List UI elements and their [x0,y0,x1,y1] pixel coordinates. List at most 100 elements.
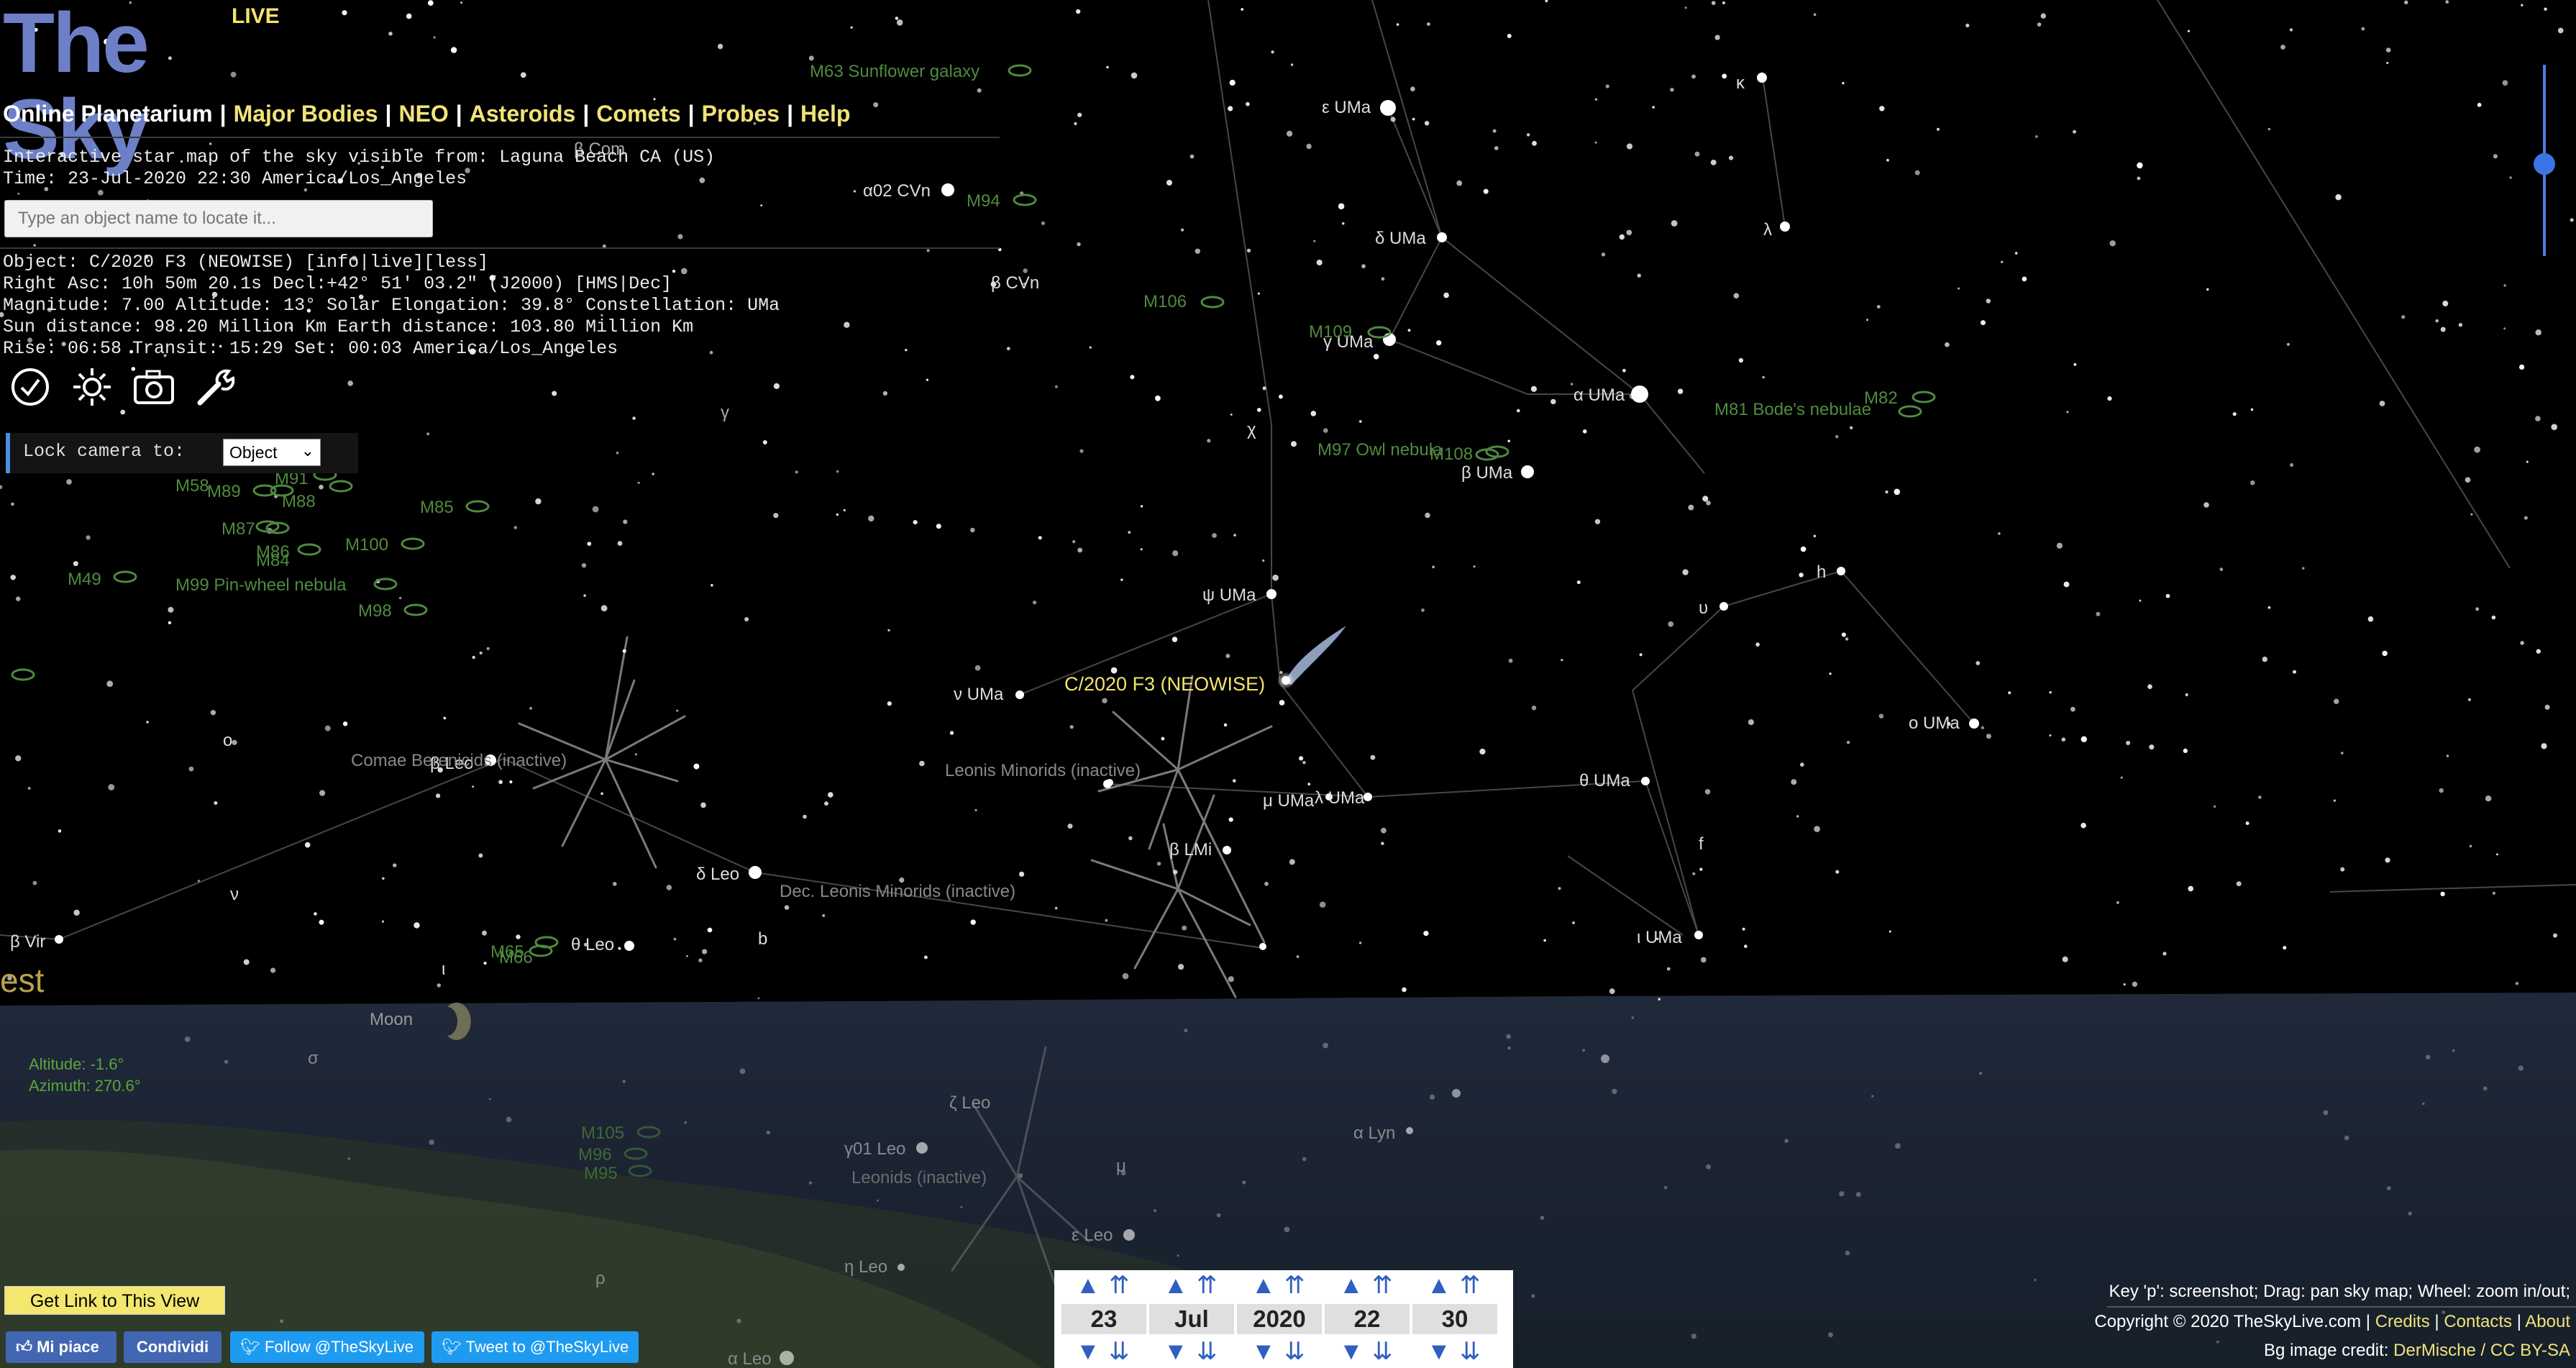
object-search-input[interactable] [4,200,433,237]
sky-label-m109[interactable]: M109 [1309,322,1352,342]
day-down-icon[interactable]: ▼ [1076,1339,1100,1364]
hour-down-fast-icon[interactable]: ⇊ [1372,1339,1393,1364]
day-down-fast-icon[interactable]: ⇊ [1109,1339,1130,1364]
sky-label-zeta-leo[interactable]: ζ Leo [949,1093,990,1113]
sky-label-m81[interactable]: M81 Bode's nebulae [1714,400,1871,420]
sky-label-lambda[interactable]: λ [1763,220,1772,240]
sky-label-m108[interactable]: M108 [1430,444,1473,465]
sky-label-chi[interactable]: χ [1247,420,1256,440]
sky-label-m88[interactable]: M88 [282,492,316,512]
minute-down-fast-icon[interactable]: ⇊ [1460,1339,1481,1364]
sky-label-shower-lmi[interactable]: Leonis Minorids (inactive) [945,761,1141,781]
sky-label-shower-comae[interactable]: Comae Berenicids (inactive) [351,751,567,771]
sky-label-nu-uma[interactable]: ν UMa [954,685,1003,705]
sky-label-iota-uma[interactable]: ι UMa [1637,928,1682,948]
nav-online-planetarium[interactable]: Online Planetarium [3,101,213,127]
sun-icon[interactable] [70,365,114,409]
zoom-slider-handle[interactable] [2534,153,2555,175]
sky-label-m100[interactable]: M100 [345,535,388,555]
hour-down-icon[interactable]: ▼ [1339,1339,1364,1364]
sky-label-m84[interactable]: M84 [256,551,290,571]
nav-help[interactable]: Help [800,101,850,127]
sky-label-lambda-uma[interactable]: λ UMa [1315,788,1364,808]
sky-label-o[interactable]: o [223,731,232,751]
lock-camera-select[interactable]: Object ⌄ [223,439,321,466]
site-logo[interactable]: The Sky LIVE [3,0,283,173]
wrench-icon[interactable] [194,365,237,409]
minute-down-icon[interactable]: ▼ [1427,1339,1451,1364]
twitter-tweet-button[interactable]: 🐦︎ Tweet to @TheSkyLive [431,1331,639,1363]
sky-label-alpha-leo[interactable]: α Leo [728,1349,772,1368]
sky-label-m66[interactable]: M66 [499,948,533,968]
sky-label-m49[interactable]: M49 [68,570,101,590]
nav-neo[interactable]: NEO [398,101,448,127]
sky-label-moon[interactable]: Moon [370,1010,413,1030]
nav-major-bodies[interactable]: Major Bodies [234,101,378,127]
sky-label-beta-vir[interactable]: β Vir [10,932,45,952]
sky-label-mu[interactable]: μ [1116,1157,1126,1177]
sky-label-m97[interactable]: M97 Owl nebula [1317,440,1442,460]
sky-label-m106[interactable]: M106 [1143,292,1187,312]
day-up-icon[interactable]: ▲ [1076,1273,1100,1298]
clock-icon[interactable] [9,365,52,409]
sky-label-m63[interactable]: M63 Sunflower galaxy [810,62,979,82]
sky-label-eps-leo[interactable]: ε Leo [1072,1226,1113,1246]
sky-label-beta-uma[interactable]: β UMa [1461,463,1512,483]
sky-label-h[interactable]: h [1817,562,1826,583]
month-up-fast-icon[interactable]: ⇈ [1197,1273,1218,1298]
bg-credit-author-link[interactable]: DerMische / CC BY-SA [2393,1341,2570,1360]
sky-label-delta-leo[interactable]: δ Leo [696,865,739,885]
day-up-fast-icon[interactable]: ⇈ [1109,1273,1130,1298]
sky-label-delta-uma[interactable]: δ UMa [1375,229,1426,249]
sky-label-b[interactable]: b [758,929,767,949]
facebook-share-button[interactable]: Condividi [124,1331,221,1363]
sky-label-beta-lmi[interactable]: β LMi [1169,840,1212,860]
month-up-icon[interactable]: ▲ [1164,1273,1188,1298]
sky-label-theta-uma[interactable]: θ UMa [1579,771,1630,791]
sky-label-m85[interactable]: M85 [420,498,454,518]
sky-label-psi-uma[interactable]: ψ UMa [1202,585,1256,606]
minute-up-fast-icon[interactable]: ⇈ [1460,1273,1481,1298]
sky-label-shower-dec-lmi[interactable]: Dec. Leonis Minorids (inactive) [780,882,1015,902]
sky-label-alpha-uma[interactable]: α UMa [1574,386,1625,406]
sky-label-m82[interactable]: M82 [1864,388,1898,409]
sky-label-beta-cvn[interactable]: β CVn [991,273,1039,293]
about-link[interactable]: About [2525,1312,2570,1331]
month-down-fast-icon[interactable]: ⇊ [1197,1339,1218,1364]
contacts-link[interactable]: Contacts [2444,1312,2512,1331]
nav-asteroids[interactable]: Asteroids [470,101,576,127]
year-up-fast-icon[interactable]: ⇈ [1284,1273,1305,1298]
sky-label-m96[interactable]: M96 [578,1145,612,1165]
nav-probes[interactable]: Probes [702,101,780,127]
camera-icon[interactable] [132,365,175,409]
hour-up-icon[interactable]: ▲ [1339,1273,1364,1298]
minute-up-icon[interactable]: ▲ [1427,1273,1451,1298]
nav-comets[interactable]: Comets [596,101,680,127]
sky-label-m87[interactable]: M87 [221,519,255,539]
sky-label-kappa[interactable]: κ [1736,73,1745,94]
sky-label-alpha02-cvn[interactable]: α02 CVn [863,181,931,201]
sky-label-mu-uma[interactable]: μ UMa [1263,791,1314,811]
hour-up-fast-icon[interactable]: ⇈ [1372,1273,1393,1298]
sky-label-gamma[interactable]: γ [721,403,729,423]
get-link-button[interactable]: Get Link to This View [4,1286,225,1315]
sky-label-m99[interactable]: M99 Pin-wheel nebula [175,575,346,596]
sky-label-alpha-lyn[interactable]: α Lyn [1353,1123,1395,1144]
sky-label-omicron-uma[interactable]: ο UMa [1909,713,1960,734]
sky-label-theta-leo[interactable]: θ Leo [571,935,614,955]
sky-label-shower-leonids[interactable]: Leonids (inactive) [851,1168,987,1188]
sky-label-f[interactable]: f [1699,834,1704,854]
sky-label-eps-uma[interactable]: ε UMa [1322,98,1371,118]
sky-label-m105[interactable]: M105 [581,1123,624,1144]
sky-label-upsilon[interactable]: υ [1699,598,1708,619]
twitter-follow-button[interactable]: 🐦︎ Follow @TheSkyLive [230,1331,424,1363]
sky-label-sigma[interactable]: σ [308,1049,319,1069]
sky-label-m94[interactable]: M94 [967,191,1000,211]
comet-label[interactable]: C/2020 F3 (NEOWISE) [1064,673,1265,696]
sky-label-m95[interactable]: M95 [584,1164,618,1184]
facebook-like-button[interactable]: 👍︎ Mi piace [6,1331,117,1363]
sky-label-rho[interactable]: ρ [595,1269,606,1289]
sky-label-m89[interactable]: M89 [207,482,241,502]
year-down-icon[interactable]: ▼ [1251,1339,1276,1364]
sky-label-nu[interactable]: ν [230,885,239,905]
